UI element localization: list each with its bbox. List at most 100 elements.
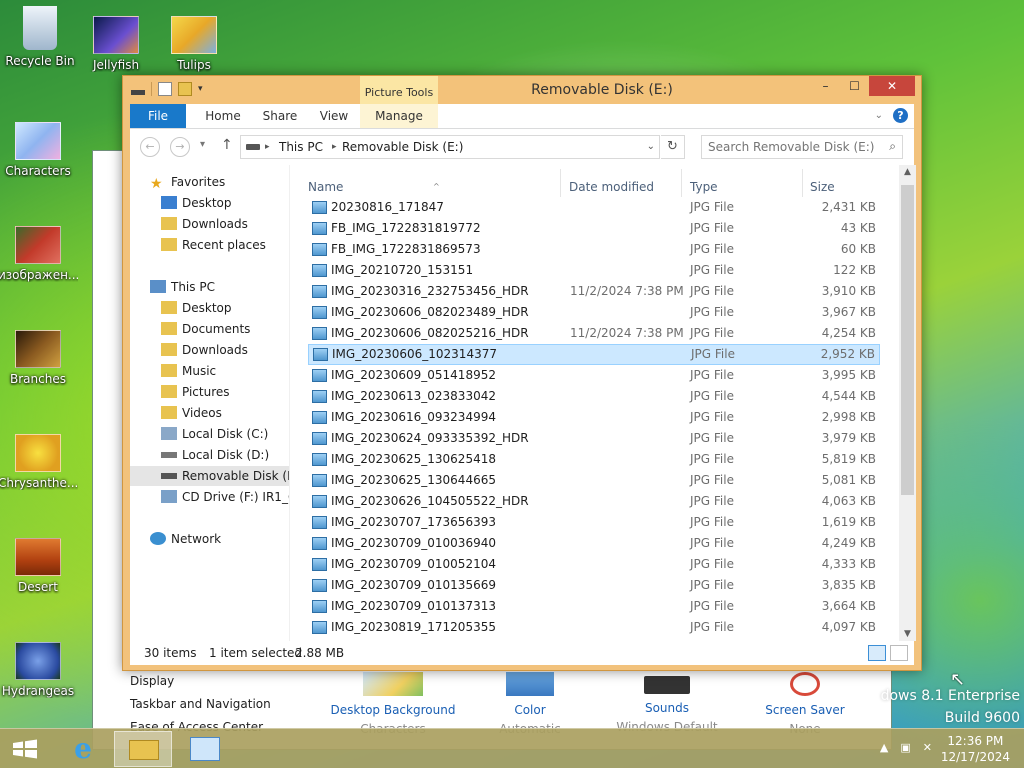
breadcrumb-separator-icon[interactable]: ▸	[265, 136, 270, 158]
link-taskbar-navigation[interactable]: Taskbar and Navigation	[130, 693, 271, 716]
nav-pc-desktop[interactable]: Desktop	[161, 298, 232, 318]
scroll-down-icon[interactable]: ▼	[899, 629, 916, 639]
column-divider[interactable]	[802, 169, 803, 197]
back-button[interactable]: ←	[140, 137, 160, 157]
nav-removable-disk-e[interactable]: Removable Disk (E:)	[130, 466, 289, 486]
desktop-icon-jellyfish[interactable]: Jellyfish	[76, 16, 156, 72]
search-input[interactable]	[708, 139, 878, 155]
file-row[interactable]: IMG_20230625_130625418 JPG File 5,819 KB	[308, 449, 880, 470]
nav-pc-documents[interactable]: Documents	[161, 319, 250, 339]
navigation-pane[interactable]: ★ Favorites Desktop Downloads Recent plac…	[130, 165, 290, 641]
file-row[interactable]: IMG_20230606_082023489_HDR JPG File 3,967 …	[308, 302, 880, 323]
file-explorer-taskbar-button[interactable]	[114, 731, 172, 767]
refresh-button[interactable]: ↻	[661, 135, 685, 159]
nav-favorites[interactable]: ★ Favorites	[150, 172, 225, 192]
file-row[interactable]: IMG_20230613_023833042 JPG File 4,544 KB	[308, 386, 880, 407]
column-header-type[interactable]: Type	[690, 177, 718, 197]
file-row[interactable]: IMG_20230625_130644665 JPG File 5,081 KB	[308, 470, 880, 491]
close-button[interactable]: ✕	[869, 76, 915, 96]
link-display[interactable]: Display	[130, 670, 271, 693]
nav-pc-downloads[interactable]: Downloads	[161, 340, 248, 360]
file-row[interactable]: IMG_20230709_010137313 JPG File 3,664 KB	[308, 596, 880, 617]
desktop-icon-characters[interactable]: Characters	[0, 122, 78, 178]
address-bar[interactable]: ▸ This PC ▸ Removable Disk (E:) ⌄	[240, 135, 660, 159]
search-box[interactable]: ⌕	[701, 135, 903, 159]
file-row[interactable]: IMG_20230616_093234994 JPG File 2,998 KB	[308, 407, 880, 428]
nav-pc-videos[interactable]: Videos	[161, 403, 222, 423]
breadcrumb-removable-disk[interactable]: Removable Disk (E:)	[342, 136, 463, 158]
file-row[interactable]: IMG_20230609_051418952 JPG File 3,995 KB	[308, 365, 880, 386]
control-panel-taskbar-button[interactable]	[176, 731, 234, 767]
window-controls: – ☐ ✕	[811, 76, 915, 96]
scrollbar-thumb[interactable]	[901, 185, 914, 495]
desktop-icon-tulips[interactable]: Tulips	[154, 16, 234, 72]
expand-ribbon-icon[interactable]: ⌄	[875, 110, 883, 121]
title-bar[interactable]: ▾ Picture Tools Removable Disk (E:) – ☐ …	[123, 76, 921, 104]
file-row[interactable]: FB_IMG_1722831819772 JPG File 43 KB	[308, 218, 880, 239]
file-row[interactable]: IMG_20230624_093335392_HDR JPG File 3,979 …	[308, 428, 880, 449]
nav-cd-drive-f[interactable]: CD Drive (F:) IR1_CEI	[161, 487, 289, 507]
file-row[interactable]: IMG_20230316_232753456_HDR 11/2/2024 7:38…	[308, 281, 880, 302]
recent-locations-icon[interactable]: ▾	[200, 139, 205, 150]
nav-pc-pictures[interactable]: Pictures	[161, 382, 230, 402]
file-row[interactable]: IMG_20230606_102314377 JPG File 2,952 KB	[308, 344, 880, 365]
nav-pc-music[interactable]: Music	[161, 361, 216, 381]
tab-share[interactable]: Share	[252, 104, 308, 128]
forward-button[interactable]: →	[170, 137, 190, 157]
nav-network[interactable]: Network	[150, 529, 221, 549]
search-icon[interactable]: ⌕	[889, 139, 896, 154]
help-icon[interactable]: ?	[893, 108, 908, 123]
column-header-size[interactable]: Size	[810, 177, 835, 197]
desktop-icon-chrysanthemum[interactable]: Chrysanthe...	[0, 434, 78, 490]
show-hidden-icons-icon[interactable]: ▲	[880, 741, 888, 754]
file-row[interactable]: IMG_20230709_010052104 JPG File 4,333 KB	[308, 554, 880, 575]
file-row[interactable]: IMG_20230606_082025216_HDR 11/2/2024 7:38…	[308, 323, 880, 344]
minimize-button[interactable]: –	[811, 76, 840, 96]
nav-fav-downloads[interactable]: Downloads	[161, 214, 248, 234]
nav-fav-desktop[interactable]: Desktop	[161, 193, 232, 213]
tab-file[interactable]: File	[130, 104, 186, 128]
file-row[interactable]: 20230816_171847 JPG File 2,431 KB	[308, 197, 880, 218]
desktop-icon-recycle-bin[interactable]: Recycle Bin	[0, 6, 80, 68]
volume-muted-icon[interactable]: ✕	[923, 741, 932, 754]
nav-this-pc[interactable]: This PC	[150, 277, 215, 297]
file-row[interactable]: IMG_20230819_171205355 JPG File 4,097 KB	[308, 617, 880, 638]
column-header-date[interactable]: Date modified	[569, 177, 654, 197]
file-row[interactable]: IMG_20230709_010135669 JPG File 3,835 KB	[308, 575, 880, 596]
desktop-icon-image-folder[interactable]: изображен...	[0, 226, 78, 282]
internet-explorer-button[interactable]: e	[54, 731, 112, 767]
up-button[interactable]: ↑	[221, 137, 233, 153]
file-list-pane[interactable]: ^ Name Date modified Type Size 20230816_…	[302, 165, 916, 641]
nav-local-disk-d[interactable]: Local Disk (D:)	[161, 445, 269, 465]
column-divider[interactable]	[560, 169, 561, 197]
network-status-icon[interactable]: ▣	[900, 741, 910, 754]
file-row[interactable]: IMG_20230709_010036940 JPG File 4,249 KB	[308, 533, 880, 554]
maximize-button[interactable]: ☐	[840, 76, 869, 96]
breadcrumb-separator-icon[interactable]: ▸	[332, 136, 337, 158]
column-header-name[interactable]: ^ Name	[308, 177, 570, 197]
vertical-scrollbar[interactable]: ▲ ▼	[899, 165, 916, 641]
file-explorer-window[interactable]: ▾ Picture Tools Removable Disk (E:) – ☐ …	[122, 75, 922, 671]
breadcrumb-this-pc[interactable]: This PC	[279, 136, 323, 158]
tab-home[interactable]: Home	[194, 104, 252, 128]
nav-fav-recent-places[interactable]: Recent places	[161, 235, 266, 255]
recycle-bin-icon	[23, 6, 57, 50]
desktop-icon-desert[interactable]: Desert	[0, 538, 78, 594]
large-icons-view-button[interactable]	[890, 645, 908, 661]
details-view-button[interactable]	[868, 645, 886, 661]
nav-local-disk-c[interactable]: Local Disk (C:)	[161, 424, 268, 444]
file-row[interactable]: IMG_20230707_173656393 JPG File 1,619 KB	[308, 512, 880, 533]
tab-manage[interactable]: Manage	[360, 104, 438, 128]
clock[interactable]: 12:36 PM 12/17/2024	[941, 733, 1010, 765]
image-thumbnail-icon	[15, 538, 61, 576]
file-row[interactable]: FB_IMG_1722831869573 JPG File 60 KB	[308, 239, 880, 260]
scroll-up-icon[interactable]: ▲	[899, 167, 916, 177]
file-row[interactable]: IMG_20230626_104505522_HDR JPG File 4,063 …	[308, 491, 880, 512]
desktop-icon-hydrangeas[interactable]: Hydrangeas	[0, 642, 78, 698]
tab-view[interactable]: View	[308, 104, 360, 128]
file-row[interactable]: IMG_20210720_153151 JPG File 122 KB	[308, 260, 880, 281]
chevron-down-icon[interactable]: ⌄	[647, 136, 655, 158]
desktop-icon-branches[interactable]: Branches	[0, 330, 78, 386]
start-button[interactable]	[0, 731, 50, 767]
column-divider[interactable]	[681, 169, 682, 197]
